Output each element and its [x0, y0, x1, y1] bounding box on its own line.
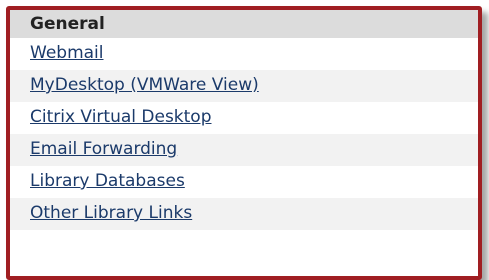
citrix-virtual-desktop-link[interactable]: Citrix Virtual Desktop	[30, 107, 212, 127]
other-library-links-link[interactable]: Other Library Links	[30, 203, 192, 223]
list-item: MyDesktop (VMWare View)	[10, 70, 478, 102]
email-forwarding-link[interactable]: Email Forwarding	[30, 139, 177, 159]
general-links-panel: General Webmail MyDesktop (VMWare View) …	[6, 6, 482, 280]
list-item: Library Databases	[10, 166, 478, 198]
list-item: Email Forwarding	[10, 134, 478, 166]
webmail-link[interactable]: Webmail	[30, 43, 104, 63]
list-item: Citrix Virtual Desktop	[10, 102, 478, 134]
library-databases-link[interactable]: Library Databases	[30, 171, 185, 191]
list-item: Other Library Links	[10, 198, 478, 230]
mydesktop-link[interactable]: MyDesktop (VMWare View)	[30, 75, 259, 95]
panel-header: General	[10, 10, 478, 39]
panel-title: General	[30, 14, 105, 34]
list-item: Webmail	[10, 38, 478, 70]
